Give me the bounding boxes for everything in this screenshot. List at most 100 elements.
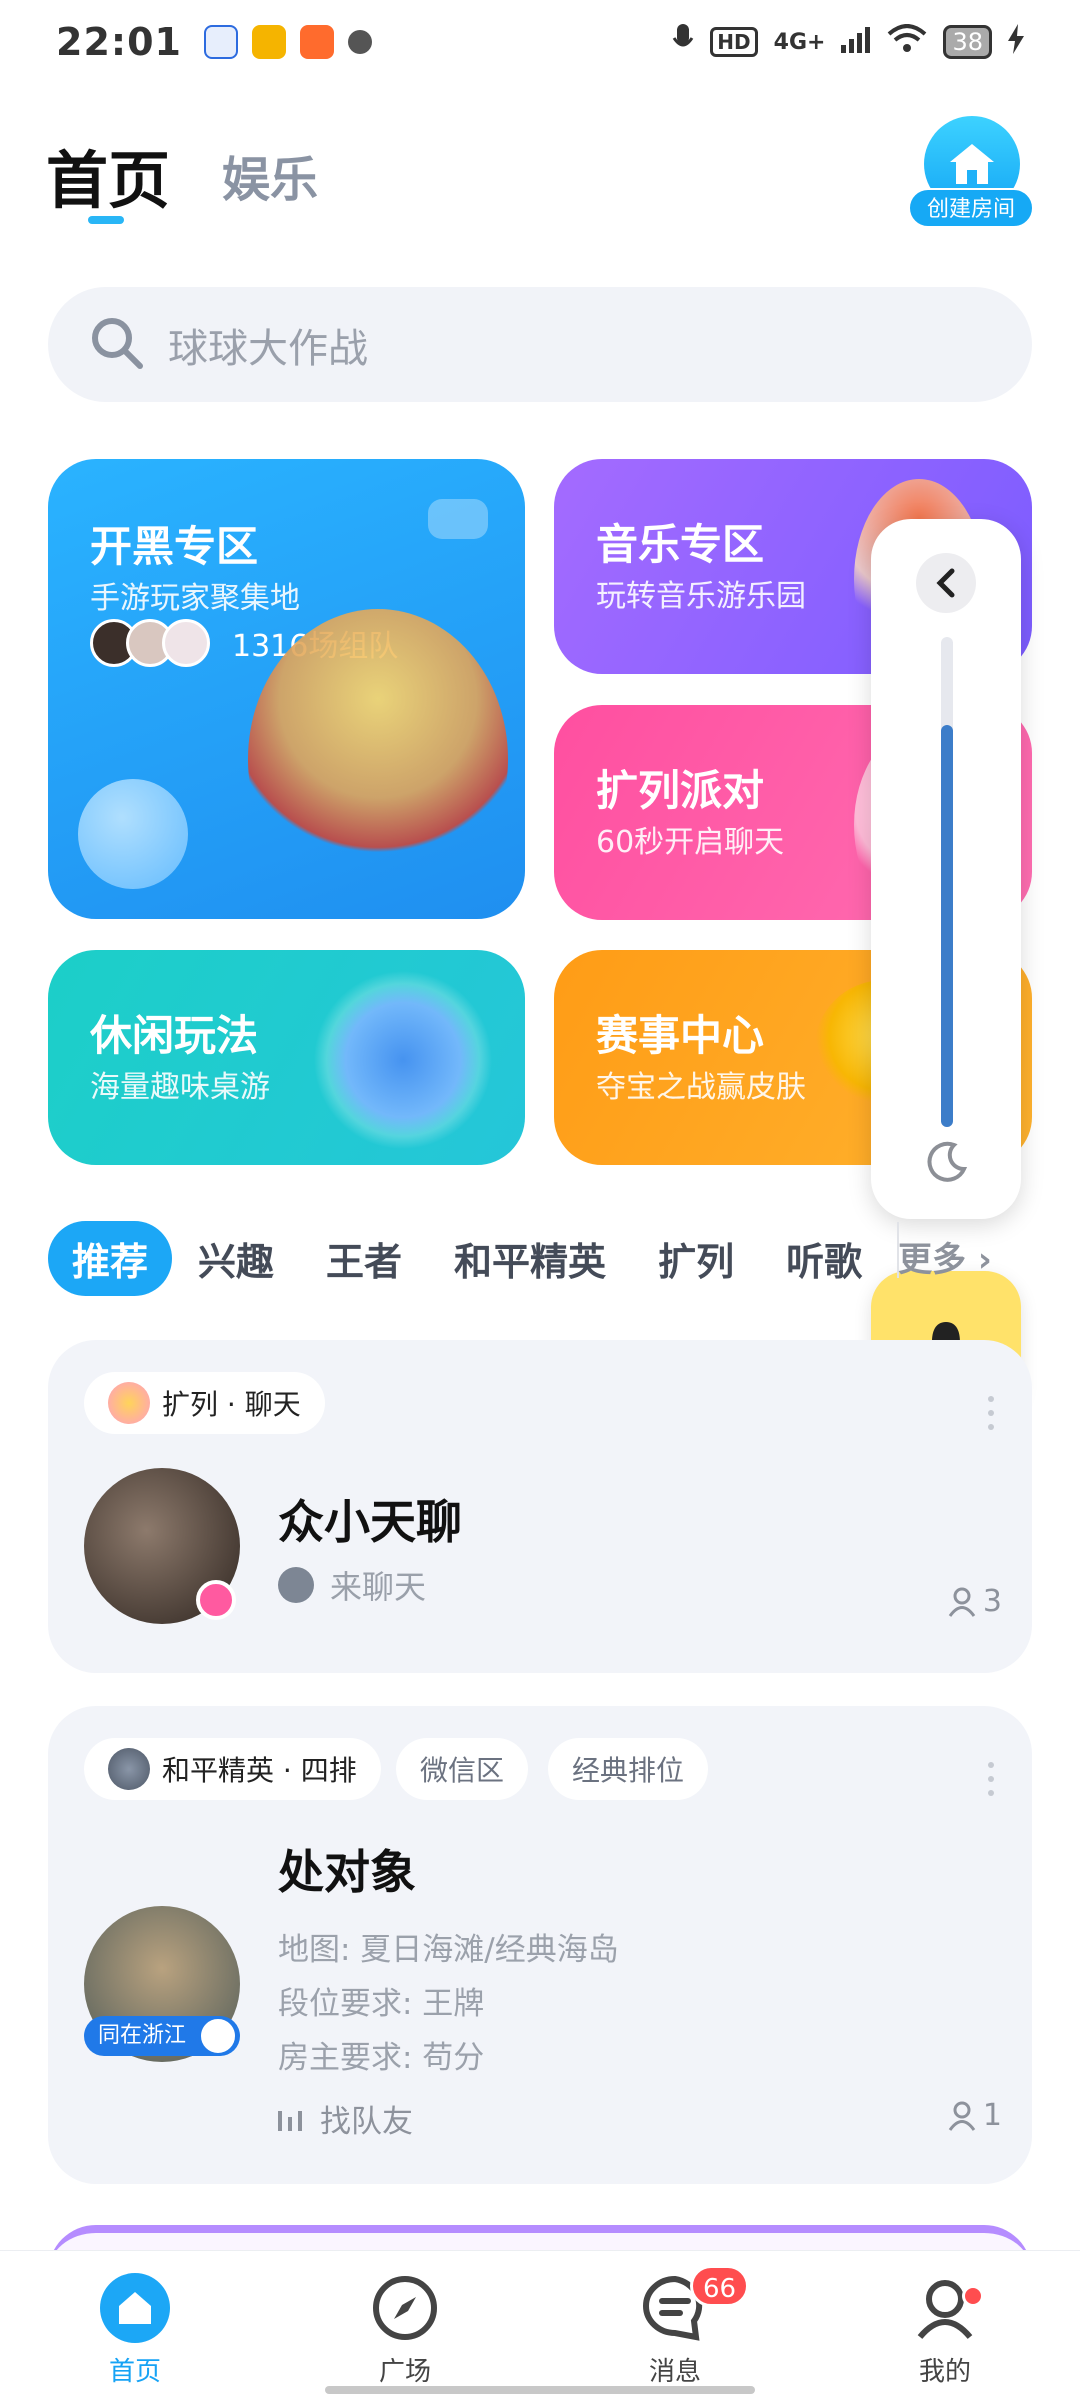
music-badge-icon <box>196 1580 236 1620</box>
wifi-icon <box>887 23 927 61</box>
card-party-title: 扩列派对 <box>596 766 765 815</box>
tab-peacekeeper-elite[interactable]: 和平精英 <box>454 1231 606 1286</box>
card-gaming-subtitle: 手游玩家聚集地 <box>90 581 300 616</box>
helmet-emoji-icon <box>108 1748 150 1790</box>
app-icon-c <box>347 30 372 54</box>
app-icon-a <box>251 25 286 59</box>
room-card[interactable]: 扩列 · 聊天 众小天聊 来聊天 3 <box>48 1340 1032 1673</box>
room-people-number: 3 <box>982 1584 1002 1619</box>
create-room-button[interactable]: 创建房间 <box>908 116 1034 230</box>
floating-volume-panel <box>871 519 1021 1219</box>
category-tabs: 推荐 兴趣 王者 和平精英 扩列 听歌 <box>48 1218 914 1298</box>
card-casual-subtitle: 海量趣味桌游 <box>90 1070 270 1105</box>
search-bar[interactable]: 球球大作战 <box>48 287 1032 402</box>
more-options-icon[interactable] <box>988 1762 996 1802</box>
room-people-count: 3 <box>947 1584 1002 1619</box>
chevron-right-icon: › <box>977 1240 992 1280</box>
room-tag-label: 经典排位 <box>572 1754 685 1787</box>
tab-friends[interactable]: 扩列 <box>658 1231 734 1286</box>
notification-icons <box>203 25 372 59</box>
charging-icon <box>1008 23 1024 61</box>
find-teammates-text: 找队友 <box>320 2104 413 2140</box>
room-host-text: 来聊天 <box>330 1568 427 1606</box>
room-name: 处对象 <box>278 1845 416 1899</box>
chevron-left-icon <box>936 568 955 598</box>
search-placeholder: 球球大作战 <box>168 325 368 372</box>
card-music-title: 音乐专区 <box>596 520 765 569</box>
sound-wave-icon <box>278 2110 302 2131</box>
card-music-subtitle: 玩转音乐游乐园 <box>596 579 806 614</box>
app-icon-b <box>299 25 334 59</box>
category-more-label: 更多 <box>898 1240 966 1280</box>
male-icon <box>198 2016 238 2056</box>
nav-me-label: 我的 <box>918 2357 971 2387</box>
tab-interest[interactable]: 兴趣 <box>198 1231 274 1286</box>
level-slider[interactable] <box>941 637 953 1127</box>
card-casual-zone[interactable]: 休闲玩法 海量趣味桌游 <box>48 950 525 1165</box>
create-room-label: 创建房间 <box>908 188 1034 228</box>
hd-icon: HD <box>710 27 758 57</box>
tab-music[interactable]: 听歌 <box>786 1231 862 1286</box>
nav-home[interactable]: 首页 <box>0 2251 270 2400</box>
puzzle-illustration <box>313 970 493 1150</box>
nav-me[interactable]: 我的 <box>810 2251 1080 2400</box>
room-tag-label: 和平精英 · 四排 <box>162 1754 357 1787</box>
home-indicator <box>325 2386 755 2394</box>
status-bar: 22:01 HD 4G+ 38 <box>0 0 1080 84</box>
card-casual-title: 休闲玩法 <box>90 1011 259 1060</box>
moon-icon[interactable] <box>921 1139 971 1189</box>
room-tag-label: 微信区 <box>420 1754 505 1787</box>
card-party-subtitle: 60秒开启聊天 <box>596 825 785 860</box>
collapse-button[interactable] <box>916 553 976 613</box>
blob-character-illustration <box>78 779 188 889</box>
nav-plaza-label: 广场 <box>378 2357 431 2387</box>
nav-plaza[interactable]: 广场 <box>270 2251 540 2400</box>
compass-icon <box>370 2273 440 2343</box>
level-slider-fill <box>941 725 953 1127</box>
person-icon <box>948 1587 976 1617</box>
bottom-nav: 首页 广场 消息 66 我的 <box>0 2250 1080 2400</box>
status-right: HD 4G+ 38 <box>672 22 1024 63</box>
unread-dot <box>962 2285 984 2307</box>
room-card[interactable]: 和平精英 · 四排 微信区 经典排位 处对象 同在浙江 地图: 夏日海滩/经典海… <box>48 1706 1032 2184</box>
nav-messages[interactable]: 消息 66 <box>540 2251 810 2400</box>
room-detail-map: 地图: 夏日海滩/经典海岛 <box>278 1932 619 1968</box>
room-detail-rank: 段位要求: 王牌 <box>278 1986 485 2022</box>
room-tag: 扩列 · 聊天 <box>84 1372 325 1434</box>
nav-messages-label: 消息 <box>648 2357 701 2387</box>
room-name: 众小天聊 <box>278 1495 462 1549</box>
room-tag: 和平精英 · 四排 <box>84 1738 381 1800</box>
tab-honor-of-kings[interactable]: 王者 <box>326 1231 402 1286</box>
chat-emoji-icon <box>108 1382 150 1424</box>
nav-home-label: 首页 <box>108 2357 161 2387</box>
status-time: 22:01 <box>56 20 182 64</box>
battery-icon: 38 <box>943 25 992 59</box>
host-mini-avatar <box>278 1567 314 1603</box>
character-illustration <box>248 609 508 909</box>
room-people-number: 1 <box>982 2098 1002 2133</box>
mic-icon <box>672 22 694 63</box>
tab-home[interactable]: 首页 <box>46 130 170 220</box>
category-more-button[interactable]: 更多 › <box>898 1232 992 1281</box>
top-header: 首页 娱乐 创建房间 <box>46 110 1034 230</box>
room-host: 来聊天 <box>278 1562 426 1608</box>
home-icon <box>100 2273 170 2343</box>
room-tag: 微信区 <box>396 1738 529 1800</box>
room-detail-host-req: 房主要求: 苟分 <box>278 2040 485 2076</box>
person-icon <box>948 2101 976 2131</box>
find-teammates: 找队友 <box>278 2096 413 2141</box>
card-gaming-title: 开黑专区 <box>90 522 259 571</box>
card-gaming-zone[interactable]: 开黑专区 手游玩家聚集地 1316场组队 <box>48 459 525 919</box>
room-tag-label: 扩列 · 聊天 <box>162 1388 301 1421</box>
room-people-count: 1 <box>947 2098 1002 2133</box>
tab-entertainment[interactable]: 娱乐 <box>222 140 318 210</box>
card-tournament-subtitle: 夺宝之战赢皮肤 <box>596 1070 806 1105</box>
message-count-badge: 66 <box>690 2265 750 2307</box>
network-label: 4G+ <box>773 29 826 55</box>
more-options-icon[interactable] <box>988 1396 996 1436</box>
avatar <box>162 619 210 667</box>
profile-icon <box>910 2273 980 2343</box>
tab-recommend[interactable]: 推荐 <box>48 1220 173 1296</box>
search-icon <box>88 314 146 376</box>
signal-icon <box>841 25 871 60</box>
